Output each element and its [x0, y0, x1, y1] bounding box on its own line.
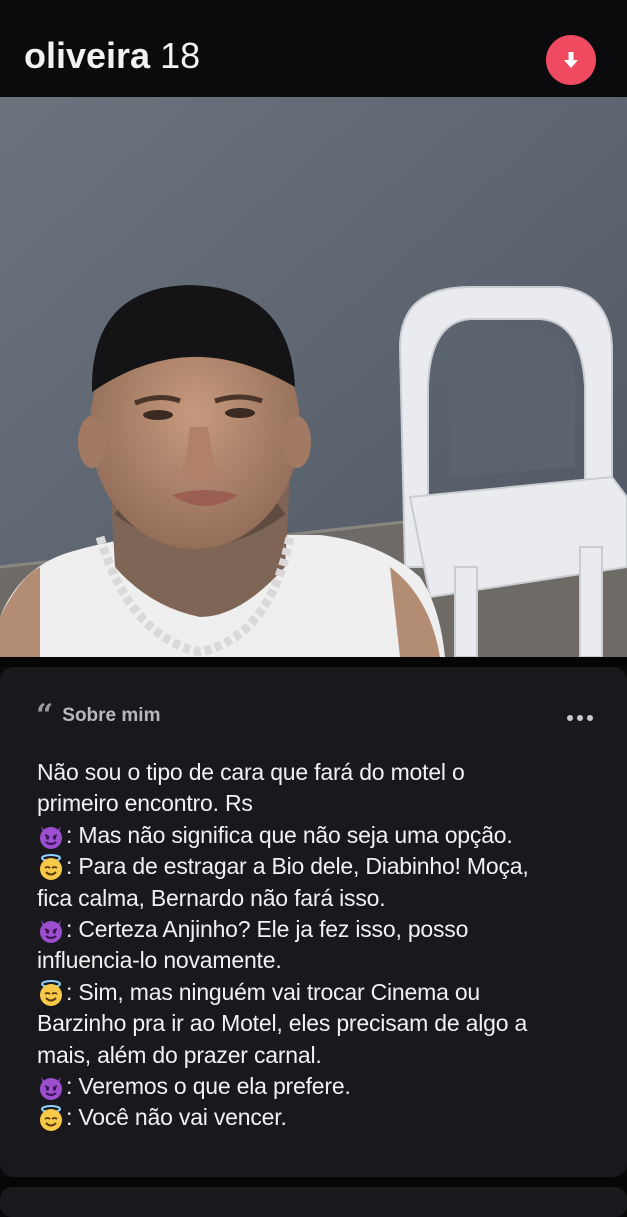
- about-me-text: Não sou o tipo de cara que fará do motel…: [37, 757, 602, 1134]
- bio-line: : Para de estragar a Bio dele, Diabinho!…: [37, 851, 602, 882]
- profile-name-age: oliveira 18: [24, 36, 200, 76]
- devil-emoji-icon: [37, 916, 65, 944]
- bio-line: : Certeza Anjinho? Ele ja fez isso, poss…: [37, 914, 602, 945]
- bio-line-text: primeiro encontro. Rs: [37, 790, 253, 817]
- devil-emoji-icon: [37, 822, 65, 850]
- profile-photo[interactable]: [0, 97, 627, 657]
- profile-photo-image: [0, 97, 627, 657]
- bio-line-text: : Certeza Anjinho? Ele ja fez isso, poss…: [66, 916, 469, 943]
- next-card-edge: [0, 1187, 627, 1217]
- bio-line-text: : Você não vai vencer.: [66, 1104, 287, 1131]
- bio-line-text: fica calma, Bernardo não fará isso.: [37, 884, 386, 911]
- profile-name: oliveira: [24, 35, 151, 76]
- bio-line: : Você não vai vencer.: [37, 1102, 602, 1133]
- bio-line-text: Barzinho pra ir ao Motel, eles precisam …: [37, 1010, 528, 1037]
- bio-line: mais, além do prazer carnal.: [37, 1040, 602, 1071]
- about-me-title: Sobre mim: [62, 705, 161, 726]
- bio-line-text: : Mas não significa que não seja uma opç…: [66, 821, 513, 848]
- profile-age: 18: [160, 35, 201, 76]
- bio-line-text: influencia-lo novamente.: [37, 947, 282, 974]
- devil-emoji-icon: [37, 1073, 65, 1101]
- bio-line: : Veremos o que ela prefere.: [37, 1071, 602, 1102]
- angel-emoji-icon: [37, 1104, 65, 1132]
- bio-line-text: : Sim, mas ninguém vai trocar Cinema ou: [66, 978, 481, 1005]
- quote-icon: “: [36, 698, 53, 733]
- bio-line: Barzinho pra ir ao Motel, eles precisam …: [37, 1008, 602, 1039]
- collapse-profile-button[interactable]: [546, 35, 596, 85]
- arrow-down-icon: [564, 52, 578, 68]
- angel-emoji-icon: [37, 979, 65, 1007]
- bio-line-text: : Veremos o que ela prefere.: [66, 1073, 351, 1100]
- bio-line: Não sou o tipo de cara que fará do motel…: [37, 757, 602, 788]
- divider: [0, 657, 627, 667]
- bio-line: influencia-lo novamente.: [37, 945, 602, 976]
- about-me-header: “ Sobre mim: [36, 698, 161, 733]
- about-me-card: “ Sobre mim Não sou o tipo de cara que f…: [0, 667, 627, 1177]
- bio-line-text: : Para de estragar a Bio dele, Diabinho!…: [66, 853, 529, 880]
- angel-emoji-icon: [37, 853, 65, 881]
- bio-line: : Sim, mas ninguém vai trocar Cinema ou: [37, 977, 602, 1008]
- bio-line: primeiro encontro. Rs: [37, 788, 602, 819]
- bio-line-text: Não sou o tipo de cara que fará do motel…: [37, 759, 465, 785]
- profile-header: oliveira 18: [0, 0, 627, 97]
- bio-line: : Mas não significa que não seja uma opç…: [37, 820, 602, 851]
- bio-line: fica calma, Bernardo não fará isso.: [37, 883, 602, 914]
- more-dots-icon[interactable]: [567, 715, 593, 721]
- bio-line-text: mais, além do prazer carnal.: [37, 1041, 322, 1068]
